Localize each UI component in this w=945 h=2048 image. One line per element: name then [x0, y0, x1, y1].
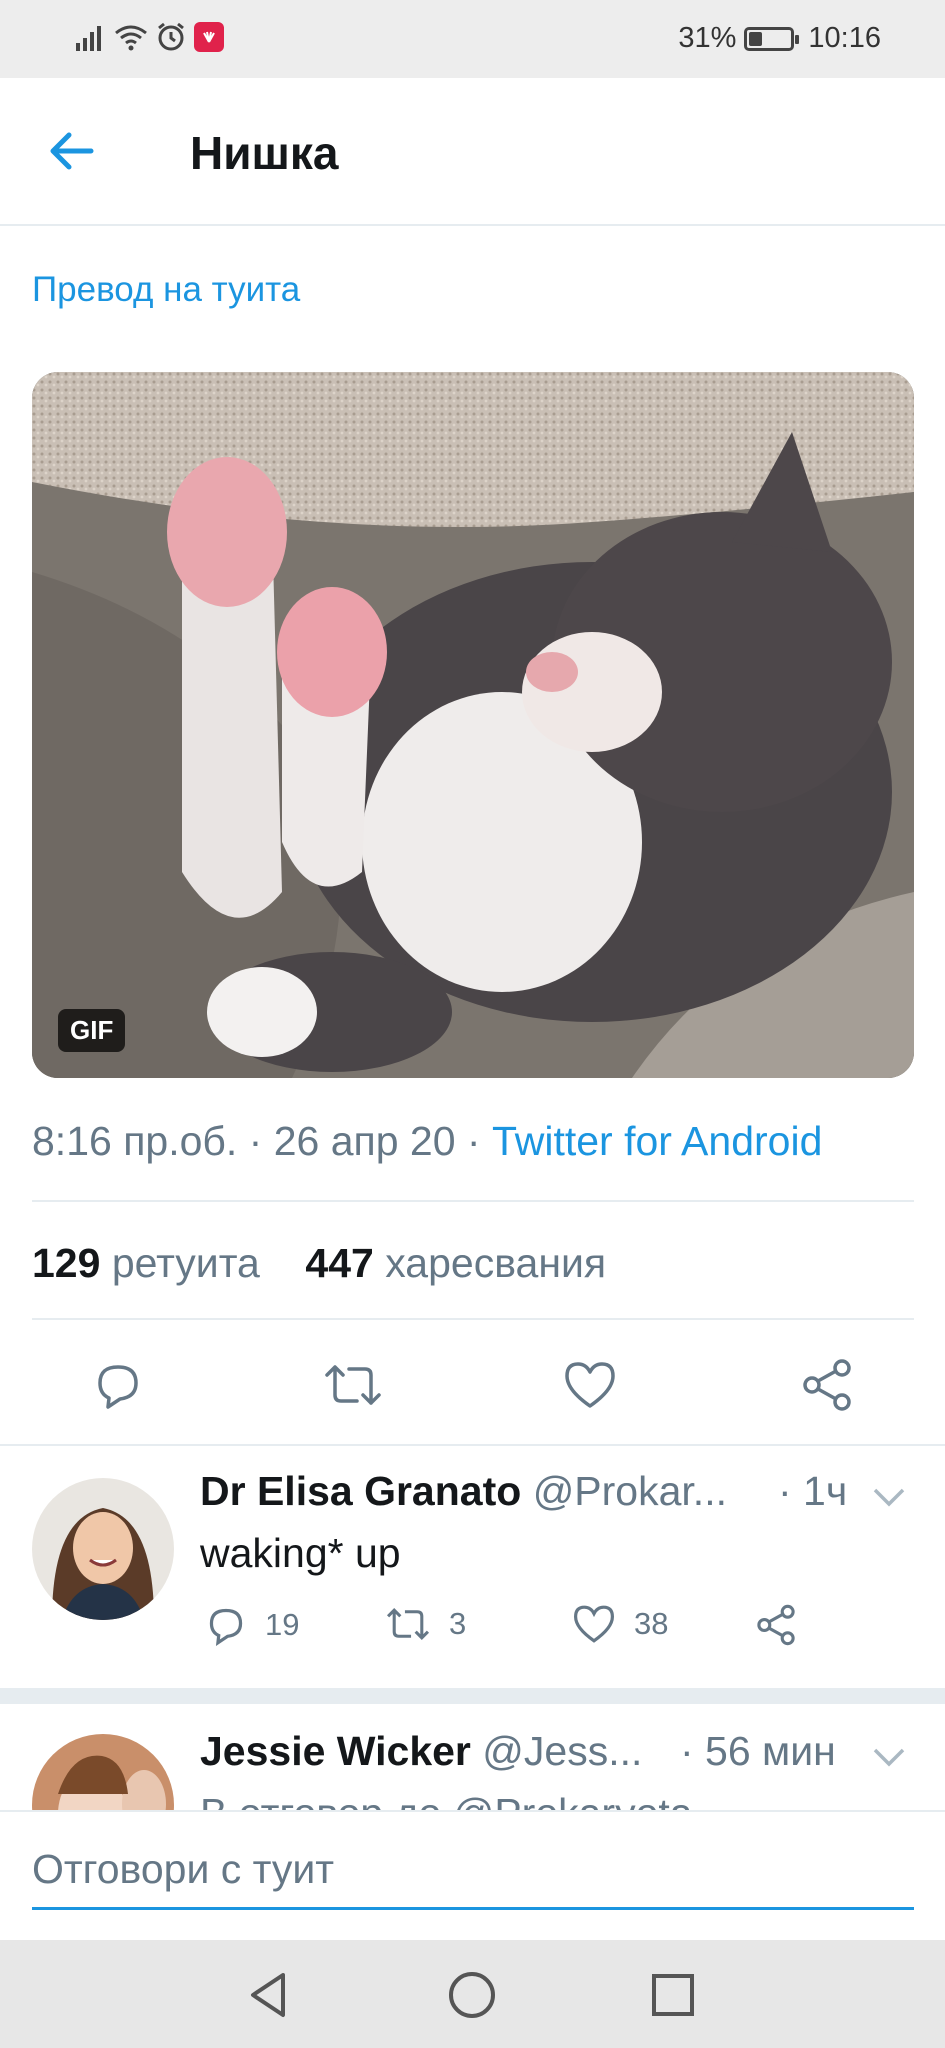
top-app-bar: Нишка	[0, 78, 945, 226]
reply-composer-bar: Отговори с туит	[0, 1810, 945, 1940]
retweets-stat[interactable]: 129 ретуита	[32, 1240, 260, 1286]
author-name[interactable]: Jessie Wicker	[200, 1728, 471, 1774]
tweet-source-link[interactable]: Twitter for Android	[492, 1118, 822, 1164]
share-icon	[803, 1359, 851, 1411]
share-icon	[757, 1604, 795, 1646]
retweet-button[interactable]	[318, 1350, 388, 1420]
reply-header: Jessie Wicker @Jess... · 56 мин	[200, 1728, 900, 1775]
translate-tweet-link[interactable]: Превод на туита	[32, 270, 300, 310]
author-name[interactable]: Dr Elisa Granato	[200, 1468, 521, 1514]
chevron-down-icon	[873, 1748, 905, 1767]
square-recents-icon	[652, 1974, 694, 2016]
avatar[interactable]	[32, 1734, 174, 1810]
tweet-menu-button[interactable]	[869, 1476, 909, 1516]
tweet-stats: 129 ретуита 447 харесвания	[32, 1240, 606, 1287]
reply-context: В отговор до @Prokaryota	[200, 1790, 693, 1810]
reply-button[interactable]: 19	[205, 1604, 299, 1646]
thread-separator	[0, 1688, 945, 1704]
system-nav-bar	[0, 1940, 945, 2048]
like-count: 38	[634, 1606, 669, 1641]
gif-badge: GIF	[58, 1009, 126, 1052]
retweets-count: 129	[32, 1240, 101, 1286]
reply-icon	[209, 1608, 243, 1646]
signal-icon	[76, 26, 101, 51]
retweet-button[interactable]: 3	[385, 1604, 466, 1644]
back-arrow-icon	[50, 132, 94, 170]
nav-recents-button[interactable]	[638, 1960, 708, 2030]
page-title: Нишка	[190, 127, 339, 179]
author-handle[interactable]: @Prokar...	[533, 1468, 727, 1514]
avatar[interactable]	[32, 1478, 174, 1620]
divider	[32, 1200, 914, 1202]
like-button[interactable]	[555, 1350, 625, 1420]
heart-icon	[573, 1605, 615, 1643]
reply-time: · 1ч	[778, 1468, 848, 1514]
divider	[32, 1318, 914, 1320]
tweet-time: 8:16 пр.об.	[32, 1118, 238, 1164]
tweet-gif-media[interactable]: GIF	[32, 372, 914, 1078]
author-handle[interactable]: @Jess...	[482, 1728, 642, 1774]
heart-icon	[565, 1362, 615, 1408]
status-icons-right: 31% 10:16	[678, 22, 881, 55]
reply-text: waking* up	[200, 1530, 401, 1576]
retweet-count: 3	[449, 1606, 467, 1641]
nav-home-button[interactable]	[437, 1960, 507, 2030]
tweet-date: 26 апр 20	[273, 1118, 456, 1164]
clock: 10:16	[808, 22, 881, 54]
reply-header: Dr Elisa Granato @Prokar... · 1ч	[200, 1468, 900, 1515]
reply-tweet[interactable]: Dr Elisa Granato @Prokar... · 1ч waking*…	[0, 1446, 945, 1688]
battery-percent: 31%	[678, 22, 737, 54]
kitten-image	[32, 372, 914, 1078]
reply-icon	[98, 1365, 138, 1409]
status-bar: 31% 10:16	[0, 0, 945, 78]
alarm-icon	[158, 22, 184, 51]
chevron-down-icon	[873, 1488, 905, 1507]
nav-back-button[interactable]	[234, 1960, 304, 2030]
retweet-icon	[325, 1365, 381, 1405]
like-button[interactable]: 38	[572, 1604, 668, 1644]
retweets-label: ретуита	[111, 1240, 260, 1286]
battery-fill	[749, 31, 762, 46]
status-icons-left	[76, 22, 224, 52]
reply-count: 19	[265, 1607, 300, 1642]
circle-home-icon	[449, 1972, 495, 2018]
triangle-back-icon	[251, 1973, 285, 2017]
tweet-menu-button[interactable]	[869, 1736, 909, 1776]
likes-label: харесвания	[385, 1240, 607, 1286]
reply-action-bar: 19 3 38	[200, 1604, 840, 1664]
wifi-icon	[115, 25, 147, 51]
likes-count: 447	[305, 1240, 374, 1286]
avatar-image	[32, 1478, 174, 1620]
back-button[interactable]	[40, 120, 102, 182]
battery-icon	[744, 26, 800, 51]
reply-time: · 56 мин	[680, 1728, 836, 1774]
reply-input[interactable]: Отговори с туит	[32, 1846, 914, 1910]
huawei-app-icon	[194, 22, 224, 52]
share-button[interactable]	[792, 1350, 862, 1420]
share-button[interactable]	[755, 1604, 797, 1646]
reply-button[interactable]	[83, 1350, 153, 1420]
likes-stat[interactable]: 447 харесвания	[305, 1240, 606, 1286]
avatar-image	[32, 1734, 174, 1810]
reply-tweet[interactable]: Jessie Wicker @Jess... · 56 мин В отгово…	[0, 1704, 945, 1810]
retweet-icon	[386, 1608, 430, 1640]
tweet-action-bar	[0, 1340, 945, 1440]
tweet-timestamp-line: 8:16 пр.об. · 26 апр 20 · Twitter for An…	[32, 1118, 823, 1164]
